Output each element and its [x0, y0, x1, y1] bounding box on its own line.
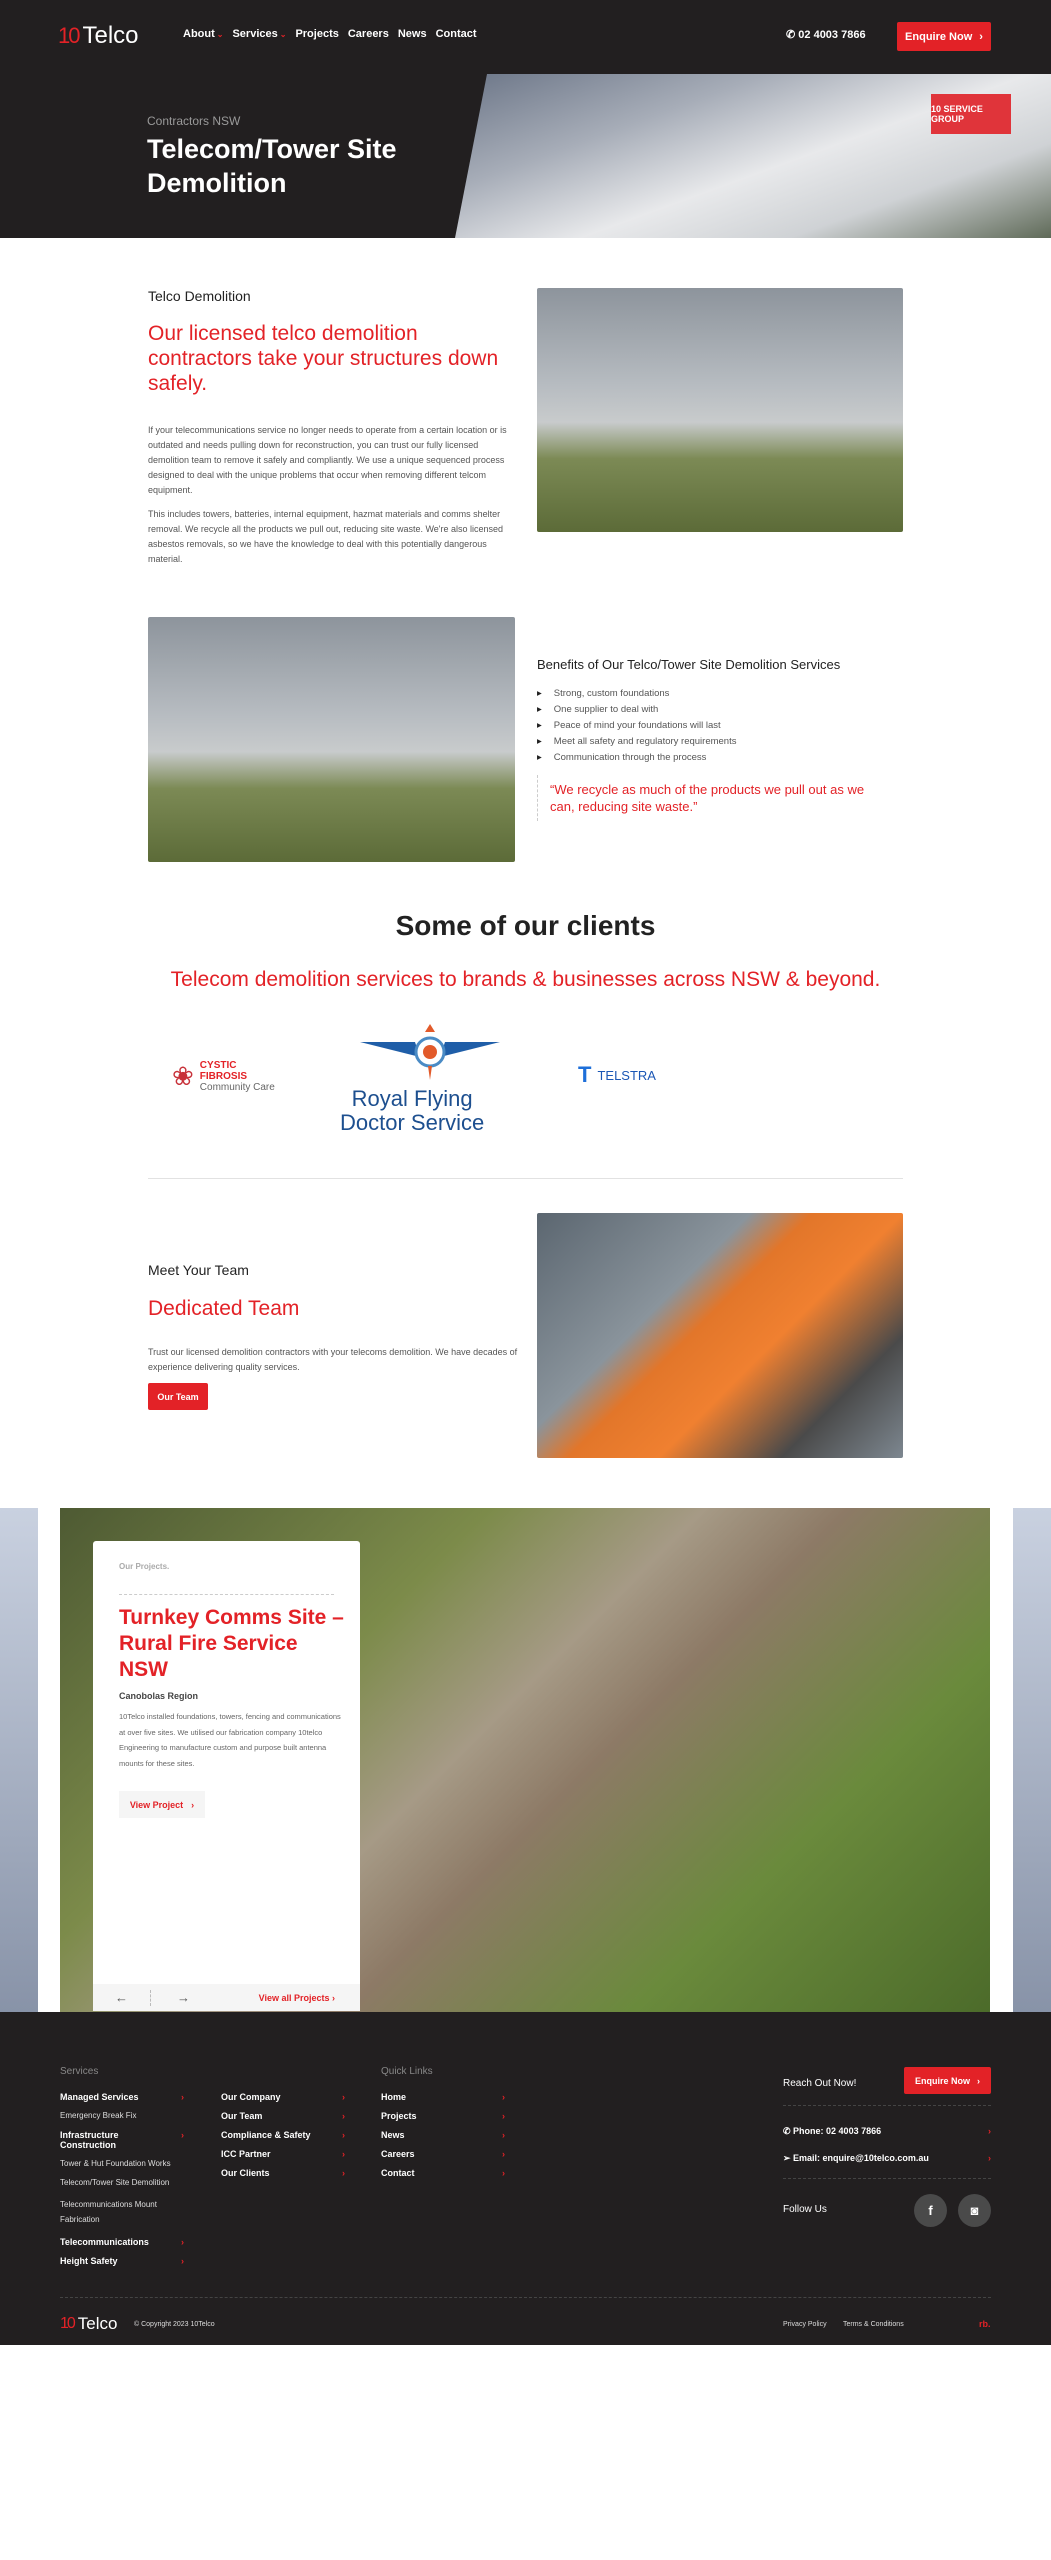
footer-link[interactable]: Tower & Hut Foundation Works	[60, 2159, 184, 2168]
team-member-photo	[537, 1213, 903, 1458]
footer-link[interactable]: Home ›	[381, 2092, 505, 2102]
telstra-t-icon: T	[578, 1062, 592, 1087]
rose-icon: ❀	[172, 1061, 194, 1091]
team-kicker: Meet Your Team	[148, 1262, 249, 1278]
terms-link[interactable]: Terms & Conditions	[843, 2321, 904, 2328]
footer-company: Our Company › Our Team › Compliance & Safe…	[221, 2092, 345, 2187]
footer-quick-links: Home › Projects › News › Careers › Contact ›	[381, 2092, 505, 2187]
rfds-logo: Royal Flying Doctor Service	[340, 1022, 520, 1135]
footer-link[interactable]: Telecommunications Mount Fabrication	[60, 2197, 170, 2227]
nav-projects[interactable]: Projects	[295, 28, 338, 40]
reach-out-label: Reach Out Now!	[783, 2078, 857, 2089]
footer-email[interactable]: ➢ Email: enquire@10telco.com.au ›	[783, 2153, 991, 2164]
demolition-site-photo	[537, 288, 903, 532]
nav-contact[interactable]: Contact	[436, 28, 477, 40]
chevron-down-icon: ⌄	[216, 30, 224, 39]
footer-logo[interactable]: 10 Telco	[60, 2314, 117, 2334]
footer-link[interactable]: Emergency Break Fix	[60, 2111, 184, 2120]
nav-careers[interactable]: Careers	[348, 28, 389, 40]
enquire-now-button[interactable]: Enquire Now ›	[897, 22, 991, 51]
footer-quick-title: Quick Links	[381, 2066, 433, 2077]
list-item: One supplier to deal with	[537, 702, 737, 718]
clients-subheading: Telecom demolition services to brands & …	[170, 968, 881, 991]
telstra-logo: T TELSTRA	[578, 1062, 656, 1087]
nav-news[interactable]: News	[398, 28, 427, 40]
credit-logo[interactable]: rb.	[979, 2319, 991, 2329]
rfds-wings-icon	[360, 1024, 500, 1080]
footer-phone[interactable]: ✆ Phone: 02 4003 7866 ›	[783, 2126, 991, 2137]
page-title: Telecom/Tower Site Demolition	[147, 134, 397, 198]
divider	[119, 1594, 334, 1595]
footer-link[interactable]: Our Company ›	[221, 2092, 345, 2102]
footer-link[interactable]: Infrastructure Construction ›	[60, 2130, 184, 2150]
divider	[148, 1178, 903, 1179]
chevron-right-icon: ›	[979, 30, 983, 43]
chevron-down-icon: ⌄	[279, 30, 287, 39]
list-item: Strong, custom foundations	[537, 686, 737, 702]
footer-link[interactable]: Our Clients ›	[221, 2168, 345, 2178]
footer-link[interactable]: Careers ›	[381, 2149, 505, 2159]
footer-services: Managed Services › Emergency Break Fix In…	[60, 2092, 184, 2275]
paper-plane-icon: ➢	[783, 2153, 794, 2163]
view-all-projects-link[interactable]: View all Projects ›	[259, 1993, 335, 2003]
project-description: 10Telco installed foundations, towers, f…	[119, 1712, 341, 1768]
tower-site-photo	[148, 617, 515, 862]
follow-us-label: Follow Us	[783, 2204, 827, 2215]
previous-slide-preview[interactable]	[0, 1508, 38, 2012]
intro-heading: Our licensed telco demolition contractor…	[148, 322, 499, 395]
arrow-right-icon[interactable]: →	[177, 1990, 190, 2005]
footer-link[interactable]: Height Safety ›	[60, 2256, 184, 2266]
main-nav: About ⌄ Services ⌄ Projects Careers News C…	[183, 28, 477, 40]
team-text: Trust our licensed demolition contractor…	[148, 1347, 518, 1372]
instagram-icon[interactable]: ◙	[958, 2194, 991, 2227]
quote: “We recycle as much of the products we p…	[537, 775, 887, 821]
client-logos: ❀ CYSTIC FIBROSIS Community Care Royal Fly…	[0, 1000, 1051, 1160]
benefits-list: Strong, custom foundations One supplier …	[537, 686, 737, 766]
footer-link[interactable]: News ›	[381, 2130, 505, 2140]
carousel-controls: ← → View all Projects ›	[93, 1984, 360, 2011]
footer-link[interactable]: Our Team ›	[221, 2111, 345, 2121]
logo[interactable]: 10 Telco	[58, 22, 139, 50]
intro-kicker: Telco Demolition	[148, 288, 251, 304]
list-item: Communication through the process	[537, 750, 737, 766]
team-heading: Dedicated Team	[148, 1297, 300, 1320]
hero-subtitle: Contractors NSW	[147, 114, 241, 128]
footer-link[interactable]: Contact ›	[381, 2168, 505, 2178]
hero-image: 10 SERVICE GROUP	[455, 74, 1051, 238]
intro-paragraph-1: If your telecommunications service no lo…	[148, 425, 507, 495]
benefits-heading: Benefits of Our Telco/Tower Site Demolit…	[537, 657, 841, 672]
chevron-right-icon: ›	[977, 2075, 980, 2086]
list-item: Peace of mind your foundations will last	[537, 718, 737, 734]
footer-link[interactable]: Managed Services ›	[60, 2092, 184, 2102]
cystic-fibrosis-logo: ❀ CYSTIC FIBROSIS Community Care	[172, 1060, 275, 1093]
project-region: Canobolas Region	[119, 1691, 199, 1701]
clients-heading: Some of our clients	[395, 910, 656, 941]
footer-enquire-button[interactable]: Enquire Now ›	[904, 2067, 991, 2094]
view-project-button[interactable]: View Project ›	[119, 1791, 205, 1818]
phone-icon: ✆	[783, 2126, 794, 2136]
arrow-left-icon[interactable]: ←	[115, 1990, 128, 2005]
privacy-policy-link[interactable]: Privacy Policy	[783, 2321, 827, 2328]
footer-link[interactable]: Compliance & Safety ›	[221, 2130, 345, 2140]
next-slide-preview[interactable]	[1013, 1508, 1051, 2012]
projects-kicker: Our Projects.	[119, 1562, 170, 1571]
project-card: Our Projects. Turnkey Comms Site – Rural…	[93, 1541, 360, 2011]
site-footer: Services Managed Services › Emergency Bre…	[0, 2012, 1051, 2345]
our-team-button[interactable]: Our Team	[148, 1383, 208, 1410]
footer-services-title: Services	[60, 2066, 99, 2077]
footer-link[interactable]: Projects ›	[381, 2111, 505, 2121]
list-item: Meet all safety and regulatory requireme…	[537, 734, 737, 750]
intro-paragraph-2: This includes towers, batteries, interna…	[148, 509, 504, 564]
project-title: Turnkey Comms Site – Rural Fire Service …	[119, 1606, 344, 1681]
chevron-right-icon: ›	[191, 1799, 195, 1810]
footer-link[interactable]: ICC Partner ›	[221, 2149, 345, 2159]
nav-services[interactable]: Services ⌄	[232, 28, 286, 40]
footer-link[interactable]: Telecommunications ›	[60, 2237, 184, 2247]
phone-icon: ✆	[786, 29, 799, 41]
footer-link[interactable]: Telecom/Tower Site Demolition	[60, 2178, 184, 2187]
header-phone[interactable]: ✆ 02 4003 7866	[786, 28, 866, 41]
facebook-icon[interactable]: f	[914, 2194, 947, 2227]
copyright: © Copyright 2023 10Telco	[134, 2321, 215, 2328]
nav-about[interactable]: About ⌄	[183, 28, 223, 40]
